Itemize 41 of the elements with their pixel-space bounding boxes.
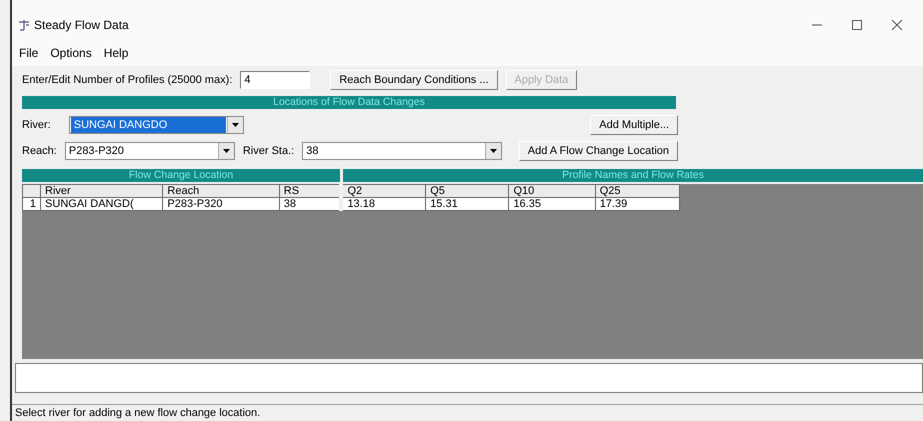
table-cell[interactable]: 17.39 — [595, 198, 680, 210]
column-header: RS — [279, 184, 342, 198]
add-location-button[interactable]: Add A Flow Change Location — [518, 141, 678, 161]
maximize-icon[interactable] — [851, 19, 863, 31]
toolbar-button[interactable]: Reach Boundary Conditions ... — [330, 70, 498, 90]
table-cell[interactable]: 16.35 — [508, 198, 596, 210]
river-station-dropdown[interactable]: 38 — [302, 142, 502, 160]
column-header: Q25 — [595, 184, 680, 198]
comment-field[interactable] — [15, 363, 923, 393]
column-header: River — [40, 184, 163, 198]
add-multiple-button[interactable]: Add Multiple... — [590, 115, 678, 135]
menu-item[interactable]: Options — [49, 44, 93, 62]
grid-group-header: Flow Change Location — [22, 169, 340, 182]
reach-dropdown[interactable]: P283-P320 — [64, 142, 235, 160]
river-label: River: — [22, 118, 51, 133]
grid-group-header: Profile Names and Flow Rates — [343, 169, 923, 182]
column-header: Q10 — [508, 184, 596, 198]
table-cell[interactable]: 13.18 — [341, 198, 426, 210]
menu-item[interactable]: Help — [102, 44, 130, 62]
menu-item[interactable]: File — [18, 44, 40, 62]
section-header: Locations of Flow Data Changes — [22, 96, 676, 109]
table-cell[interactable]: P283-P320 — [162, 198, 280, 210]
dropdown-arrow-icon — [490, 149, 498, 153]
row-number: 1 — [22, 198, 41, 210]
profiles-label: Enter/Edit Number of Profiles (25000 max): — [22, 72, 232, 88]
table-cell[interactable]: 38 — [279, 198, 342, 210]
app-icon — [18, 19, 30, 31]
dropdown-arrow-icon — [222, 149, 230, 153]
column-header: Q2 — [341, 184, 426, 198]
close-icon[interactable] — [891, 19, 903, 31]
column-header: Reach — [162, 184, 280, 198]
table-cell[interactable]: 15.31 — [426, 198, 509, 210]
status-bar: Select river for adding a new flow change location. — [12, 404, 923, 421]
table-cell[interactable]: SUNGAI DANGD( — [40, 198, 163, 210]
window-title: Steady Flow Data — [34, 17, 129, 34]
column-header: Q5 — [426, 184, 509, 198]
profiles-field[interactable]: 4 — [240, 71, 310, 89]
reach-label: Reach: — [22, 144, 57, 159]
river-station-label: River Sta.: — [242, 144, 294, 159]
river-dropdown[interactable]: SUNGAI DANGDO — [68, 116, 244, 134]
dropdown-arrow-icon — [232, 123, 239, 127]
